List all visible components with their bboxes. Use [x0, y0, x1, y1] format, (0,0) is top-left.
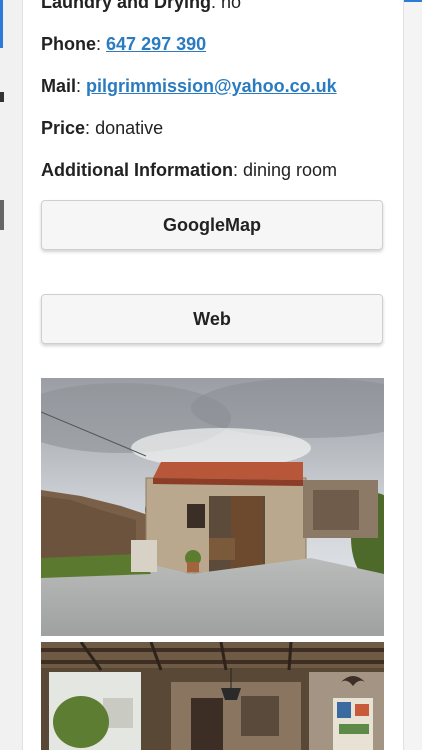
albergue-detail-card: Laundry and Drying: no Phone: 647 297 39…	[22, 0, 404, 750]
laundry-row: Laundry and Drying: no	[41, 0, 241, 13]
price-row: Price: donative	[41, 118, 164, 138]
additional-info-value: dining room	[243, 160, 338, 180]
laundry-value: no	[221, 0, 242, 12]
left-page-edge	[0, 0, 22, 750]
phone-row: Phone: 647 297 390	[41, 34, 207, 54]
web-button[interactable]: Web	[41, 294, 383, 344]
phone-label: Phone	[41, 34, 97, 54]
albergue-exterior-photo[interactable]	[41, 378, 384, 636]
mail-row: Mail: pilgrimmission@yahoo.co.uk	[41, 76, 337, 96]
phone-link[interactable]: 647 297 390	[106, 34, 206, 54]
edge-mark	[0, 92, 4, 102]
mail-link[interactable]: pilgrimmission@yahoo.co.uk	[86, 76, 337, 96]
price-value: donative	[95, 118, 164, 138]
dining-room-interior-photo[interactable]	[41, 642, 384, 750]
additional-info-label: Additional Information	[41, 160, 233, 180]
googlemap-button[interactable]: GoogleMap	[41, 200, 383, 250]
edge-mark	[0, 200, 4, 230]
laundry-label: Laundry and Drying	[41, 0, 212, 12]
edge-accent	[0, 0, 3, 48]
additional-info-row: Additional Information: dining room	[41, 160, 338, 180]
price-label: Price	[41, 118, 86, 138]
mail-label: Mail	[41, 76, 77, 96]
